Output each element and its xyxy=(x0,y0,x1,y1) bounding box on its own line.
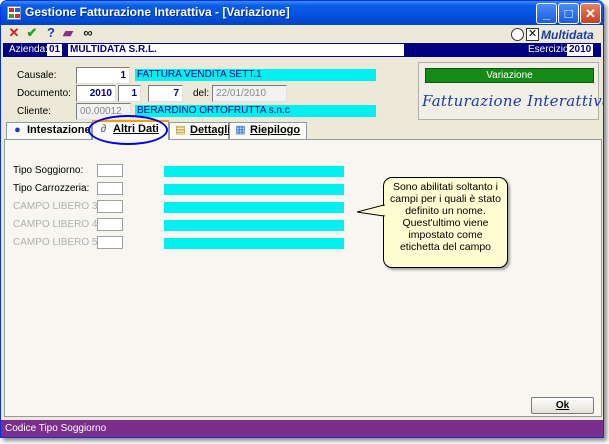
mode-indicator: Variazione xyxy=(425,68,594,83)
del-label: del: xyxy=(193,88,210,99)
tab-intestazione-label: Intestazione xyxy=(27,124,91,136)
doc-year-field[interactable]: 2010 xyxy=(76,85,116,102)
tipo-carrozzeria-field[interactable] xyxy=(97,182,123,195)
minimize-icon: _ xyxy=(542,6,551,21)
app-icon xyxy=(7,6,21,20)
documento-label: Documento: xyxy=(17,88,71,99)
highlight-oval xyxy=(88,115,168,145)
tab-riepilogo[interactable]: ▦ Riepilogo xyxy=(229,122,307,139)
company-bar: Azienda: 01 MULTIDATA S.R.L. Esercizio: … xyxy=(3,43,601,57)
doc-number-field[interactable]: 7 xyxy=(148,85,183,102)
close-button[interactable]: ✕ xyxy=(580,3,601,24)
tipo-soggiorno-description xyxy=(164,166,344,177)
check-green-icon[interactable]: ✔ xyxy=(25,26,39,40)
cliente-name: BERARDINO ORTOFRUTTA s.n.c xyxy=(135,105,376,117)
azienda-name: MULTIDATA S.R.L. xyxy=(68,44,404,56)
ok-button[interactable]: Ok xyxy=(531,397,594,414)
app-logo: Fatturazione Interattiva xyxy=(422,92,604,110)
causale-description: FATTURA VENDITA SETT.1 xyxy=(135,69,376,81)
main-window: Gestione Fatturazione Interattiva - [Var… xyxy=(0,0,604,438)
ok-button-label: Ok xyxy=(555,400,570,411)
help-icon[interactable]: ? xyxy=(44,26,58,40)
esercizio-label: Esercizio: xyxy=(528,44,572,55)
close-icon: ✕ xyxy=(585,6,596,21)
causale-field[interactable]: 1 xyxy=(76,67,130,84)
campo-libero-3-field xyxy=(97,200,123,213)
esercizio-value: 2010 xyxy=(567,44,594,56)
campo-libero-5-field xyxy=(97,236,123,249)
tab-intestazione[interactable]: ● Intestazione xyxy=(6,122,92,139)
tipo-carrozzeria-label: Tipo Carrozzeria: xyxy=(13,183,90,194)
doc-series-field[interactable]: 1 xyxy=(118,85,141,102)
tab-content-altri-dati: Tipo Soggiorno: Tipo Carrozzeria: CAMPO … xyxy=(4,139,602,417)
minimize-button[interactable]: _ xyxy=(536,3,557,24)
binoculars-icon[interactable]: ∞ xyxy=(81,26,95,40)
window-title: Gestione Fatturazione Interattiva - [Var… xyxy=(25,5,290,19)
campo-libero-3-description xyxy=(164,202,344,213)
mode-panel: Variazione Fatturazione Interattiva xyxy=(418,62,603,120)
book-icon[interactable]: ▰ xyxy=(61,26,75,40)
tipo-carrozzeria-description xyxy=(164,184,344,195)
callout-pointer xyxy=(357,204,385,217)
campo-libero-5-description xyxy=(164,238,344,249)
tab-riepilogo-label: Riepilogo xyxy=(250,124,301,136)
cliente-label: Cliente: xyxy=(17,106,51,117)
status-bar: Codice Tipo Soggiorno xyxy=(1,420,603,437)
summary-icon: ▦ xyxy=(235,124,246,136)
tipo-soggiorno-field[interactable] xyxy=(97,164,123,177)
maximize-icon: □ xyxy=(564,6,573,21)
title-bar[interactable]: Gestione Fatturazione Interattiva - [Var… xyxy=(1,1,603,25)
tipo-soggiorno-label: Tipo Soggiorno: xyxy=(13,165,84,176)
campo-libero-4-description xyxy=(164,220,344,231)
tab-dettagli[interactable]: ▤ Dettagli xyxy=(169,122,231,139)
maximize-button[interactable]: □ xyxy=(558,3,579,24)
person-icon: ● xyxy=(14,124,21,136)
list-icon: ▤ xyxy=(175,124,186,136)
radio-icon xyxy=(511,28,524,41)
tab-dettagli-label: Dettagli xyxy=(190,124,231,136)
x-box-icon: ✕ xyxy=(526,28,539,41)
brand-logo: Multidata xyxy=(541,28,594,42)
doc-date-field[interactable]: 22/01/2010 xyxy=(212,85,287,102)
campo-libero-4-field xyxy=(97,218,123,231)
close-red-icon[interactable]: ✕ xyxy=(7,26,21,40)
azienda-label: Azienda: xyxy=(9,44,48,55)
causale-label: Causale: xyxy=(17,70,57,81)
info-callout: Sono abilitati soltanto i campi per i qu… xyxy=(383,177,508,268)
azienda-code: 01 xyxy=(47,44,63,56)
